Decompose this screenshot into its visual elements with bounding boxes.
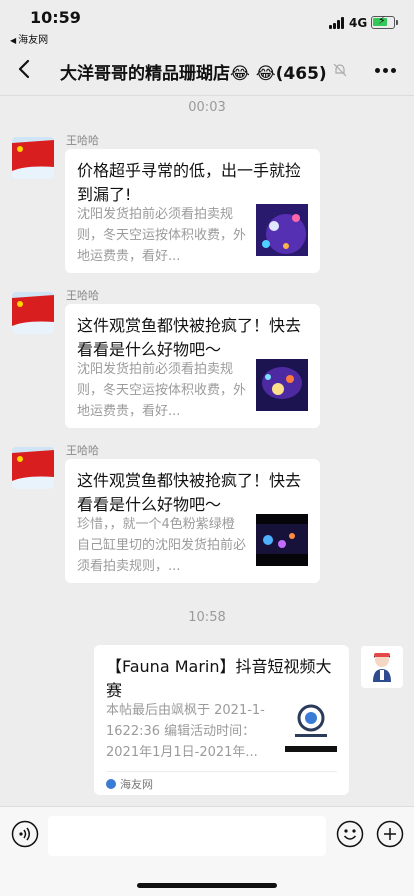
link-card[interactable]: 价格超乎寻常的低，出一手就捡到漏了! 沈阳发货拍前必须看拍卖规则，冬天空运按体积… (65, 149, 320, 273)
chat-title: 大洋哥哥的精品珊瑚店😂 😂(465) (60, 64, 327, 84)
message-input[interactable] (48, 816, 326, 856)
avatar[interactable] (12, 447, 54, 489)
more-options-icon[interactable] (375, 68, 397, 74)
card-source: 海友网 (106, 776, 153, 792)
timestamp: 10:58 (188, 610, 226, 625)
card-thumbnail (256, 359, 308, 411)
link-card[interactable]: 这件观赏鱼都快被抢疯了！快去看看是什么好物吧～ 珍惜，，就一个4色粉紫绿橙自己缸… (65, 459, 320, 583)
card-description: 本帖最后由飒枫于 2021-1-1622:36 编辑活动时间：2021年1月1日… (106, 703, 265, 760)
card-description: 珍惜，，就一个4色粉紫绿橙自己缸里切的沈阳发货拍前必须看拍卖规则，... (77, 517, 247, 574)
sender-name: 王哈哈 (66, 444, 99, 457)
card-divider (106, 771, 337, 772)
signal-icon (329, 17, 345, 29)
plus-icon[interactable] (376, 820, 404, 848)
chat-input-bar (0, 806, 414, 896)
battery-tip (396, 20, 398, 25)
card-description: 沈阳发货拍前必须看拍卖规则，冬天空运按体积收费，外地运费贵，看好... (77, 362, 247, 419)
timestamp: 00:03 (188, 100, 226, 115)
avatar[interactable] (361, 646, 403, 688)
card-title: 这件观赏鱼都快被抢疯了！快去看看是什么好物吧～ (77, 471, 302, 514)
network-label: 4G (349, 16, 368, 30)
card-thumbnail (256, 514, 308, 566)
card-title: 这件观赏鱼都快被抢疯了！快去看看是什么好物吧～ (77, 316, 302, 359)
card-thumbnail (256, 204, 308, 256)
chat-nav-bar: 大洋哥哥的精品珊瑚店😂 😂(465) (0, 44, 414, 96)
card-description: 沈阳发货拍前必须看拍卖规则，冬天空运按体积收费，外地运费贵，看好... (77, 207, 247, 264)
status-bar: 10:59 ◀ 海友网 4G ⚡ (0, 0, 414, 46)
card-title: 【Fauna Marin】抖音短视频大赛 (106, 657, 332, 700)
sender-name: 王哈哈 (66, 134, 99, 147)
emoji-icon[interactable] (336, 820, 364, 848)
battery-icon: ⚡ (371, 14, 395, 29)
home-indicator[interactable] (137, 883, 277, 888)
sender-name: 王哈哈 (66, 289, 99, 302)
status-time: 10:59 (30, 8, 81, 27)
card-title: 价格超乎寻常的低，出一手就捡到漏了! (77, 161, 302, 204)
card-thumbnail (285, 700, 337, 752)
source-logo-icon (106, 779, 116, 789)
link-card[interactable]: 这件观赏鱼都快被抢疯了！快去看看是什么好物吧～ 沈阳发货拍前必须看拍卖规则，冬天… (65, 304, 320, 428)
avatar[interactable] (12, 137, 54, 179)
card-source-label: 海友网 (120, 778, 153, 791)
avatar[interactable] (12, 292, 54, 334)
mute-bell-icon (333, 63, 347, 77)
link-card[interactable]: 【Fauna Marin】抖音短视频大赛 本帖最后由飒枫于 2021-1-162… (94, 645, 349, 795)
voice-icon[interactable] (11, 820, 39, 848)
back-icon[interactable] (14, 57, 36, 81)
